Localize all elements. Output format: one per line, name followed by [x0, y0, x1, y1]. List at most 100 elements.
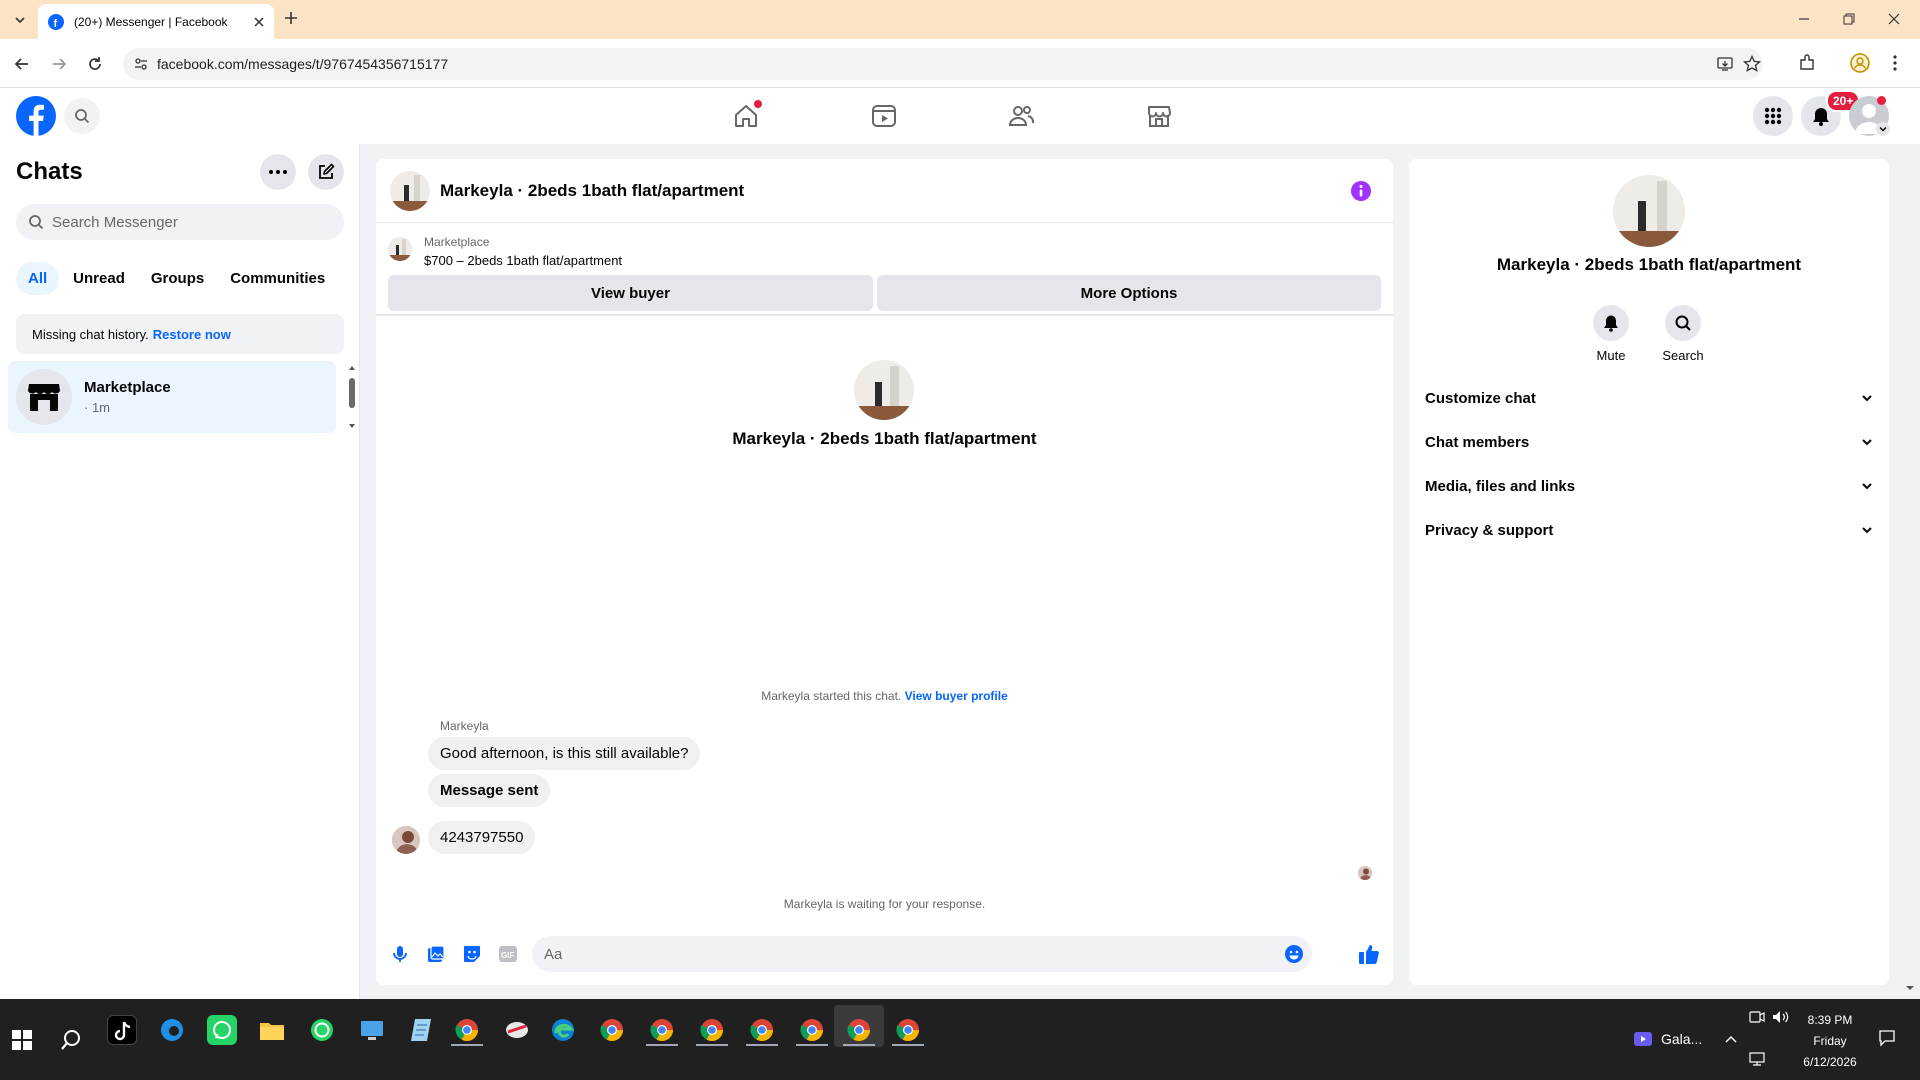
- minimize-icon[interactable]: [1798, 13, 1810, 25]
- notepad-icon[interactable]: [407, 1015, 437, 1045]
- view-buyer-profile-link[interactable]: View buyer profile: [905, 689, 1008, 703]
- forward-icon[interactable]: [51, 56, 67, 72]
- emoji-icon[interactable]: [1284, 944, 1304, 964]
- chrome-profile-1-icon[interactable]: [452, 1015, 482, 1045]
- whatsapp-business-icon[interactable]: [207, 1015, 237, 1045]
- tray-chevron-up-icon[interactable]: [1725, 1034, 1737, 1044]
- conversation-info-icon[interactable]: [1351, 181, 1371, 201]
- svg-text:GIF: GIF: [501, 951, 514, 960]
- site-settings-icon[interactable]: [134, 57, 148, 71]
- marketplace-icon[interactable]: [1145, 102, 1173, 130]
- chrome-profile-5-icon[interactable]: [747, 1015, 777, 1045]
- browser-menu-icon[interactable]: [1893, 54, 1897, 72]
- message-input[interactable]: Aa: [532, 936, 1312, 972]
- filter-all[interactable]: All: [16, 262, 60, 295]
- more-options-button[interactable]: More Options: [877, 275, 1381, 311]
- chrome-profile-8-icon[interactable]: [893, 1015, 923, 1045]
- privacy-support-row[interactable]: Privacy & support: [1425, 512, 1873, 548]
- sender-avatar[interactable]: [392, 826, 420, 854]
- edge-icon[interactable]: [548, 1015, 578, 1045]
- close-window-icon[interactable]: [1888, 13, 1900, 25]
- intro-avatar[interactable]: [854, 360, 914, 420]
- meet-now-icon[interactable]: [1749, 1010, 1765, 1024]
- message-bubble[interactable]: Good afternoon, is this still available?: [428, 737, 701, 770]
- chat-members-row[interactable]: Chat members: [1425, 424, 1873, 460]
- extensions-icon[interactable]: [1798, 54, 1816, 72]
- chrome-profile-7-icon[interactable]: [844, 1015, 874, 1045]
- search-messenger-input[interactable]: Search Messenger: [16, 204, 344, 240]
- reload-icon[interactable]: [87, 56, 103, 72]
- filter-unread[interactable]: Unread: [61, 262, 137, 295]
- install-app-icon[interactable]: [1717, 56, 1733, 72]
- volume-icon[interactable]: [1772, 1010, 1790, 1024]
- view-buyer-button[interactable]: View buyer: [388, 275, 873, 311]
- marketplace-avatar: [16, 369, 72, 425]
- taskbar-search-icon[interactable]: [60, 1029, 82, 1051]
- edge-dev-icon[interactable]: [157, 1015, 187, 1045]
- sticky-app-icon[interactable]: [502, 1015, 532, 1045]
- facebook-logo-icon[interactable]: [16, 96, 56, 136]
- conversation-panel: Markeyla · 2beds 1bath flat/apartment Ma…: [376, 159, 1393, 985]
- notification-center-icon[interactable]: [1878, 1029, 1896, 1047]
- taskbar-running-app[interactable]: Gala...: [1633, 1029, 1702, 1049]
- search-in-conversation-button[interactable]: [1665, 305, 1701, 341]
- new-tab-icon[interactable]: [284, 11, 298, 25]
- system-clock[interactable]: 8:39 PM Friday 6/12/2026: [1790, 1010, 1870, 1073]
- address-bar[interactable]: facebook.com/messages/t/9767454356715177: [123, 48, 1763, 80]
- windows-start-icon[interactable]: [12, 1030, 32, 1050]
- chat-started-text: Markeyla started this chat.: [761, 689, 902, 703]
- account-chevron-icon[interactable]: [1876, 122, 1890, 136]
- video-icon[interactable]: [870, 102, 898, 130]
- chrome-profile-6-icon[interactable]: [797, 1015, 827, 1045]
- chrome-profile-2-icon[interactable]: [597, 1015, 627, 1045]
- media-files-links-row[interactable]: Media, files and links: [1425, 468, 1873, 504]
- facebook-favicon-icon: f: [48, 13, 64, 30]
- filter-groups[interactable]: Groups: [139, 262, 216, 295]
- restore-icon[interactable]: [1843, 13, 1855, 25]
- windows-taskbar: Gala... 8:39 PM Friday 6/12/2026: [0, 999, 1920, 1080]
- info-avatar[interactable]: [1613, 175, 1685, 247]
- gif-icon[interactable]: GIF: [498, 945, 518, 963]
- back-icon[interactable]: [14, 56, 30, 72]
- like-thumb-icon[interactable]: [1358, 943, 1380, 965]
- new-message-icon[interactable]: [308, 154, 344, 190]
- whatsapp-icon[interactable]: [307, 1015, 337, 1045]
- browser-tab[interactable]: f (20+) Messenger | Facebook: [38, 4, 274, 39]
- conversation-info-panel: Markeyla · 2beds 1bath flat/apartment Mu…: [1409, 159, 1889, 985]
- chrome-profile-4-icon[interactable]: [697, 1015, 727, 1045]
- listing-thumbnail[interactable]: [388, 237, 412, 261]
- facebook-search-icon[interactable]: [64, 98, 100, 134]
- home-icon[interactable]: [732, 100, 762, 130]
- voice-clip-icon[interactable]: [390, 944, 410, 964]
- account-notification-dot: [1877, 96, 1886, 105]
- restore-now-link[interactable]: Restore now: [153, 327, 231, 342]
- page-scroll-down-icon[interactable]: [1906, 984, 1914, 992]
- menu-grid-icon[interactable]: [1753, 96, 1793, 136]
- messenger-page: Chats Search Messenger All Unread Groups…: [0, 144, 1920, 999]
- profile-icon[interactable]: [1850, 53, 1870, 73]
- close-tab-icon[interactable]: [254, 16, 264, 27]
- file-explorer-icon[interactable]: [257, 1015, 287, 1045]
- running-indicator: [451, 1044, 483, 1046]
- sidebar-scrollbar[interactable]: [348, 362, 356, 432]
- conversation-avatar[interactable]: [390, 171, 430, 211]
- chrome-profile-3-icon[interactable]: [647, 1015, 677, 1045]
- photo-attach-icon[interactable]: [426, 944, 446, 964]
- chat-list-item-marketplace[interactable]: Marketplace · 1m: [8, 361, 336, 433]
- filter-communities[interactable]: Communities: [218, 262, 337, 295]
- conversation-title[interactable]: Markeyla · 2beds 1bath flat/apartment: [440, 181, 744, 201]
- chat-options-icon[interactable]: [260, 154, 296, 190]
- tiktok-icon[interactable]: [107, 1015, 137, 1045]
- tab-list-chevron-icon[interactable]: [8, 8, 32, 32]
- mute-button[interactable]: [1593, 305, 1629, 341]
- sticker-icon[interactable]: [462, 944, 482, 964]
- network-icon[interactable]: [1749, 1052, 1765, 1066]
- listing-title[interactable]: $700 – 2beds 1bath flat/apartment: [424, 253, 622, 268]
- friends-icon[interactable]: [1007, 102, 1035, 130]
- message-bubble[interactable]: Message sent: [428, 774, 551, 807]
- remote-desktop-icon[interactable]: [357, 1015, 387, 1045]
- message-bubble[interactable]: 4243797550: [428, 821, 536, 854]
- facebook-top-nav: 20+: [0, 88, 1920, 144]
- bookmark-star-icon[interactable]: [1743, 55, 1761, 73]
- customize-chat-row[interactable]: Customize chat: [1425, 380, 1873, 416]
